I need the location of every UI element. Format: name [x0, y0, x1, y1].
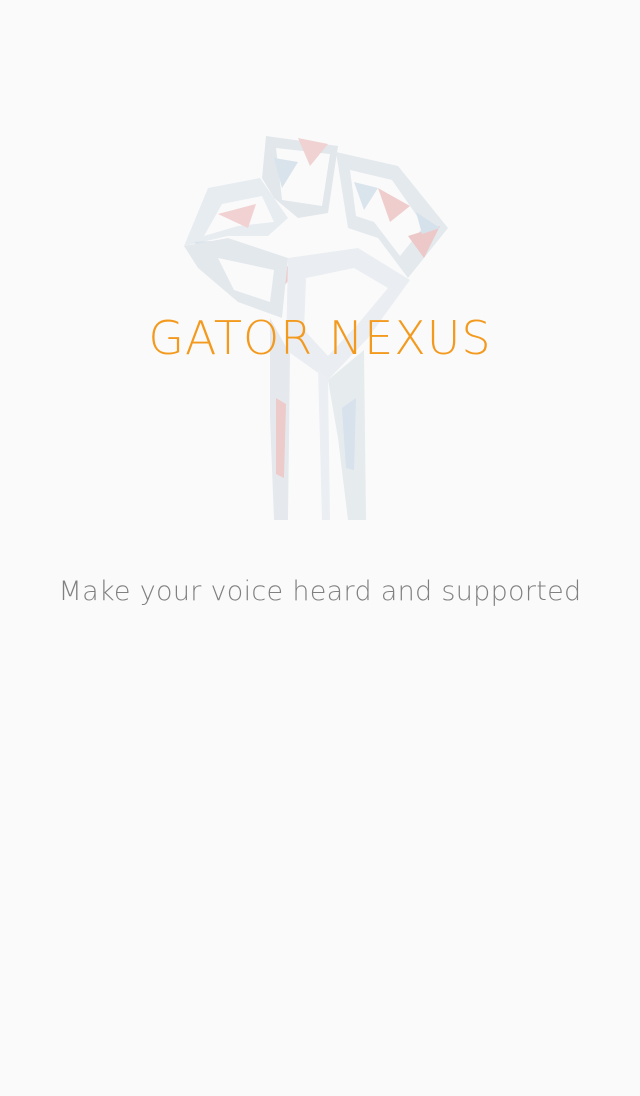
tagline: Make your voice heard and supported: [58, 576, 582, 607]
splash-screen: GATOR NEXUS Make your voice heard and su…: [0, 0, 640, 1096]
app-title: GATOR NEXUS: [148, 311, 492, 365]
